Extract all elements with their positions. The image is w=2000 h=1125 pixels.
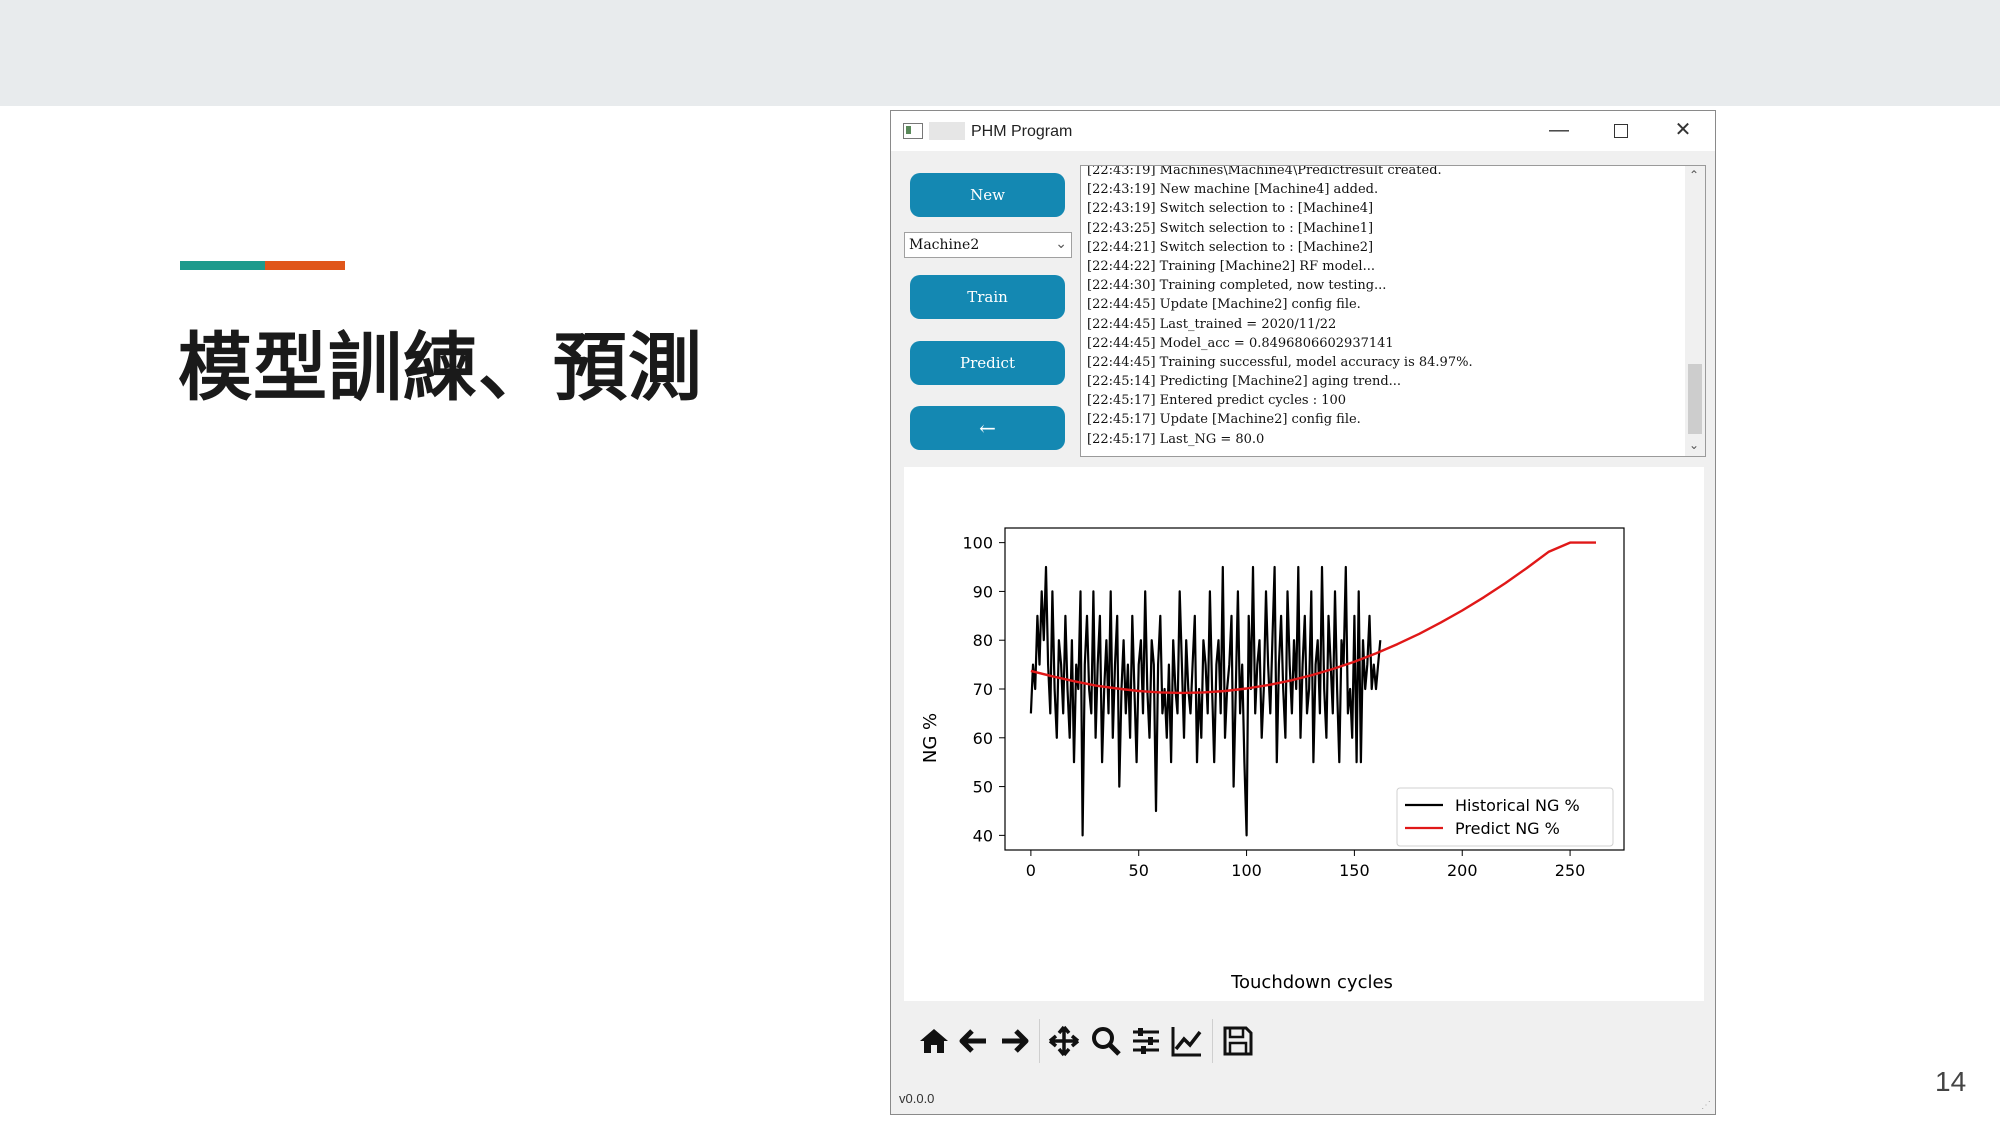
series-historical-line	[1029, 565, 1382, 837]
log-line: [22:44:45] Update [Machine2] config file…	[1087, 297, 1361, 313]
machine-select[interactable]: Machine2 ⌄	[904, 232, 1072, 258]
y-tick-label: 70	[973, 680, 993, 699]
scrollbar-thumb[interactable]	[1688, 364, 1702, 434]
log-line: [22:43:19] Machines\Machine4\Predictresu…	[1087, 165, 1442, 178]
y-tick-label: 80	[973, 631, 993, 650]
app-icon	[903, 123, 923, 139]
title-accent-bar-orange	[265, 261, 345, 270]
scroll-up-icon[interactable]: ⌃	[1689, 168, 1699, 182]
legend-label: Predict NG %	[1455, 819, 1560, 838]
back-button[interactable]: ←	[910, 406, 1065, 450]
log-line: [22:43:19] New machine [Machine4] added.	[1087, 182, 1379, 198]
pan-icon[interactable]	[1046, 1023, 1082, 1059]
configure-subplots-icon[interactable]	[1128, 1023, 1164, 1059]
home-icon[interactable]	[916, 1023, 952, 1059]
app-icon-placeholder	[929, 122, 965, 140]
x-tick-label: 150	[1339, 861, 1370, 880]
chevron-down-icon: ⌄	[1055, 235, 1067, 251]
window-titlebar[interactable]: PHM Program — ✕	[891, 111, 1715, 151]
log-line: [22:44:45] Last_trained = 2020/11/22	[1087, 316, 1337, 332]
legend-label: Historical NG %	[1455, 796, 1580, 815]
y-axis-label: NG %	[920, 713, 941, 763]
log-line: [22:45:17] Update [Machine2] config file…	[1087, 412, 1361, 428]
log-line: [22:44:30] Training completed, now testi…	[1087, 278, 1387, 294]
log-output[interactable]: [22:43:19] Machines\Machine4\Predictresu…	[1080, 165, 1706, 457]
y-tick-label: 90	[973, 582, 993, 601]
y-tick-label: 50	[973, 778, 993, 797]
y-tick-label: 60	[973, 729, 993, 748]
slide-title: 模型訓練、預測	[178, 325, 703, 411]
page-number: 14	[1935, 1066, 1967, 1097]
x-tick-label: 250	[1555, 861, 1586, 880]
plot-toolbar	[904, 1011, 1704, 1071]
phm-program-window: PHM Program — ✕ New Machine2 ⌄ Train Pre…	[890, 110, 1716, 1115]
title-accent-bar-teal	[180, 261, 265, 270]
slide-header-band	[0, 0, 2000, 106]
log-line: [22:45:14] Predicting [Machine2] aging t…	[1087, 374, 1402, 390]
version-label: v0.0.0	[899, 1091, 935, 1106]
forward-arrow-icon[interactable]	[996, 1023, 1032, 1059]
log-line: [22:43:19] Switch selection to : [Machin…	[1087, 201, 1374, 217]
new-machine-button[interactable]: New	[910, 173, 1065, 217]
predict-button[interactable]: Predict	[910, 341, 1065, 385]
x-tick-label: 200	[1447, 861, 1478, 880]
machine-select-value: Machine2	[909, 237, 980, 253]
toolbar-separator	[1212, 1019, 1213, 1063]
log-lines: [22:43:19] Machines\Machine4\Predictresu…	[1087, 165, 1473, 449]
log-line: [22:45:17] Entered predict cycles : 100	[1087, 393, 1347, 409]
close-icon[interactable]: ✕	[1663, 115, 1703, 145]
log-line: [22:44:45] Model_acc = 0.849680660293714…	[1087, 335, 1394, 351]
save-icon[interactable]	[1220, 1023, 1256, 1059]
back-arrow-icon[interactable]	[956, 1023, 992, 1059]
log-line: [22:45:17] Last_NG = 80.0	[1087, 431, 1265, 447]
log-line: [22:44:45] Training successful, model ac…	[1087, 354, 1473, 370]
x-tick-label: 0	[1026, 861, 1036, 880]
x-tick-label: 50	[1129, 861, 1149, 880]
toolbar-separator	[1039, 1019, 1040, 1063]
train-button[interactable]: Train	[910, 275, 1065, 319]
ng-chart: NG % Touchdown cycles 0 50 100 150 200 250 40 5…	[920, 527, 1625, 993]
y-tick-label: 40	[973, 826, 993, 845]
log-line: [22:44:22] Training [Machine2] RF model.…	[1087, 258, 1375, 274]
log-line: [22:44:21] Switch selection to : [Machin…	[1087, 239, 1374, 255]
maximize-icon[interactable]	[1601, 115, 1641, 145]
x-axis-label: Touchdown cycles	[1230, 972, 1393, 993]
plot-canvas: NG % Touchdown cycles 0 50 100 150 200 250 40 5…	[904, 467, 1704, 1001]
resize-grip-icon[interactable]: ⋰	[1701, 1100, 1711, 1111]
y-tick-label: 100	[962, 534, 993, 553]
log-line: [22:43:25] Switch selection to : [Machin…	[1087, 220, 1374, 236]
x-tick-label: 100	[1231, 861, 1262, 880]
log-scrollbar[interactable]: ⌃ ⌄	[1685, 166, 1705, 456]
window-title: PHM Program	[971, 123, 1073, 140]
minimize-icon[interactable]: —	[1539, 115, 1579, 145]
edit-axis-icon[interactable]	[1169, 1023, 1205, 1059]
zoom-icon[interactable]	[1088, 1023, 1124, 1059]
scroll-down-icon[interactable]: ⌄	[1689, 438, 1699, 452]
